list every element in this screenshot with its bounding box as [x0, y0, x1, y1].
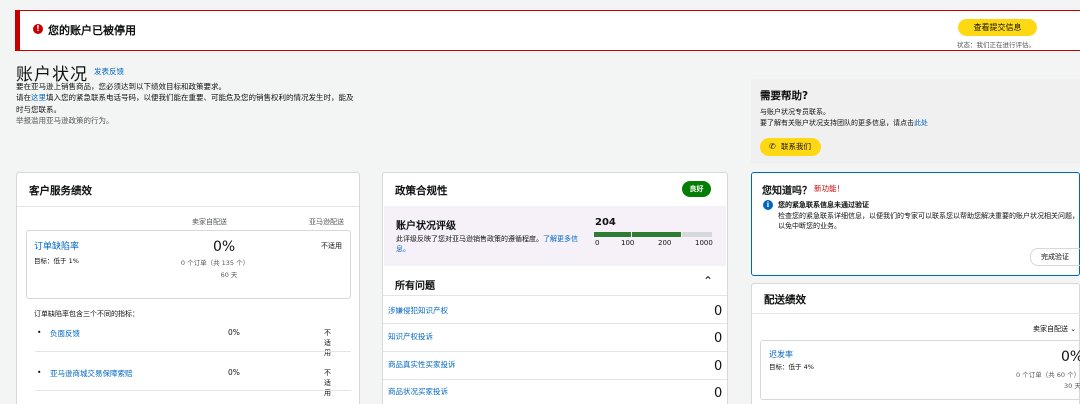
shipping-title: 配送绩效: [764, 294, 806, 306]
ahr-score-bar: [594, 232, 712, 237]
header-line-2-suffix: 填入您的紧急联系电话号码，以便我们能在重要、可能危及您的销售权利的情况发生时，能…: [16, 93, 354, 114]
ahr-desc-text: 此评级反映了您对亚马逊销售政策的遵循程度。: [396, 235, 543, 243]
ahr-score: 204: [595, 217, 616, 228]
complete-verification-button[interactable]: 完成验证: [1030, 248, 1080, 266]
bar-segment: [682, 232, 712, 237]
header-line-2-prefix: 请在: [16, 93, 31, 102]
odr-days: 60 天: [220, 271, 238, 279]
emergency-contact-link[interactable]: 这里: [31, 93, 46, 102]
account-deactivated-alert: ! 您的账户已被停用 查看提交信息 状态：我们正在进行评估。: [15, 10, 1080, 51]
bar-segment: [632, 232, 681, 237]
odr-metric-box: 订单缺陷率 目标：低于 1% 0% 0 个订单（共 135 个） 60 天 不适…: [26, 230, 351, 299]
sub-metric-percent: 0%: [228, 368, 240, 377]
issue-count: 0: [714, 359, 723, 374]
issue-count: 0: [714, 331, 723, 346]
col-merchant-header: 卖家自配送: [192, 218, 227, 226]
late-shipment-rate-link[interactable]: 迟发率: [769, 349, 793, 360]
ahr-tick: 0: [595, 239, 600, 247]
alert-title: 您的账户已被停用: [48, 24, 136, 37]
odr-percent: 0%: [213, 239, 236, 255]
feedback-link[interactable]: 发表反馈: [94, 66, 124, 77]
odr-orders-text: 0 个订单（共 135 个）: [180, 259, 250, 267]
customer-service-card: 客户服务绩效 卖家自配送 亚马逊配送 订单缺陷率 目标：低于 1% 0% 0 个…: [16, 172, 360, 404]
header-line-2: 请在这里填入您的紧急联系电话号码，以便我们能在重要、可能危及您的销售权利的情况发…: [16, 92, 356, 115]
ahr-tick: 100: [621, 239, 635, 247]
verification-failed-text: 您的紧急联系信息未通过验证: [778, 201, 869, 209]
policy-compliance-card: 政策合规性 良好 账户状况评级 此评级反映了您对亚马逊销售政策的遵循程度。了解更…: [382, 172, 728, 404]
col-amazon-header: 亚马逊配送: [309, 218, 344, 226]
late-shipment-orders: 0 个订单（共 60 个）: [1016, 371, 1080, 379]
bullet: •: [37, 368, 42, 377]
fulfillment-dropdown[interactable]: 卖家自配送 ⌄: [1033, 324, 1076, 334]
issue-ip-complaints-link[interactable]: 知识产权投诉: [388, 331, 433, 342]
policy-title: 政策合规性: [395, 185, 448, 197]
help-box: 需要帮助? 与账户状况专员联系。 要了解有关账户状况支持团队的更多信息，请点击此…: [751, 79, 1080, 163]
ahr-tick: 200: [658, 239, 672, 247]
odr-link[interactable]: 订单缺陷率: [34, 239, 79, 252]
sub-metric-percent: 0%: [228, 328, 240, 337]
phone-icon: ✆: [769, 142, 776, 151]
customer-service-title: 客户服务绩效: [29, 185, 92, 197]
help-line-2: 要了解有关账户状况支持团队的更多信息，请点击此处: [760, 118, 928, 128]
header-line-1: 要在亚马逊上销售商品，您必须达到以下绩效目标和政策要求。: [16, 82, 226, 91]
did-you-know-title: 您知道吗？: [762, 186, 812, 197]
ahr-title: 账户状况评级: [396, 221, 456, 232]
bar-segment: [594, 232, 631, 237]
issue-condition-link[interactable]: 商品状况买家投诉: [388, 386, 448, 397]
fulfillment-dropdown-value: 卖家自配送: [1033, 325, 1068, 333]
help-line-1: 与账户状况专员联系。: [760, 108, 830, 116]
contact-us-button[interactable]: ✆ 联系我们: [760, 138, 821, 156]
help-title: 需要帮助?: [760, 90, 809, 102]
ahr-description: 此评级反映了您对亚马逊销售政策的遵循程度。了解更多信息。: [396, 234, 586, 254]
late-shipment-metric-box: 迟发率 目标：低于 4% 0% 0 个订单（共 60 个） 30 天: [760, 340, 1080, 400]
help-line-2-text: 要了解有关账户状况支持团队的更多信息，请点击: [760, 119, 914, 127]
az-guarantee-claims-link[interactable]: 亚马逊商城交易保障索赔: [50, 368, 133, 379]
error-exclamation-icon: !: [33, 24, 43, 34]
verification-description: 检查您的紧急联系详细信息，以便我们的专家可以联系您以帮助您解决重要的账户状况相关…: [778, 212, 1079, 230]
view-submission-button[interactable]: 查看提交信息: [958, 19, 1037, 36]
chevron-up-icon[interactable]: ⌃: [703, 274, 713, 288]
issue-count: 0: [714, 386, 723, 401]
did-you-know-card: 您知道吗？ 新功能！ i 您的紧急联系信息未通过验证 检查您的紧急联系详细信息，…: [751, 172, 1080, 276]
alert-status: 状态：我们正在进行评估。: [957, 41, 1035, 49]
account-health-rating: 账户状况评级 此评级反映了您对亚马逊销售政策的遵循程度。了解更多信息。 204 …: [384, 206, 726, 266]
issue-count: 0: [714, 304, 723, 319]
info-icon: i: [763, 200, 773, 210]
chevron-down-icon: ⌄: [1070, 325, 1077, 333]
odr-orders: 0 个订单（共 135 个） 60 天: [175, 259, 255, 280]
ahr-tick: 1000: [695, 239, 713, 247]
new-feature-label: 新功能！: [814, 184, 844, 193]
odr-intro: 订单缺陷率包含三个不同的指标：: [34, 310, 139, 318]
shipping-performance-card: 配送绩效 卖家自配送 ⌄ 迟发率 目标：低于 4% 0% 0 个订单（共 60 …: [751, 283, 1080, 404]
late-shipment-days: 30 天: [1064, 382, 1080, 390]
issue-authenticity-link[interactable]: 商品真实性买家投诉: [388, 359, 456, 370]
sub-metric-amazon-value: 不适用: [324, 369, 331, 397]
negative-feedback-link[interactable]: 负面反馈: [50, 328, 80, 339]
status-badge: 良好: [682, 181, 711, 197]
report-abuse-link[interactable]: 举报滥用亚马逊政策的行为。: [16, 115, 114, 127]
all-issues-title: 所有问题: [395, 281, 435, 292]
issue-ip-suspected-link[interactable]: 涉嫌侵犯知识产权: [388, 305, 448, 316]
odr-amazon-value: 不适用: [321, 242, 342, 250]
late-shipment-target: 目标：低于 4%: [769, 363, 814, 371]
late-shipment-percent: 0%: [1061, 349, 1080, 365]
bullet: •: [37, 328, 42, 337]
sub-metric-amazon-value: 不适用: [324, 329, 331, 357]
odr-target: 目标：低于 1%: [34, 257, 79, 265]
contact-us-label: 联系我们: [781, 142, 811, 151]
help-here-link[interactable]: 此处: [914, 119, 928, 127]
